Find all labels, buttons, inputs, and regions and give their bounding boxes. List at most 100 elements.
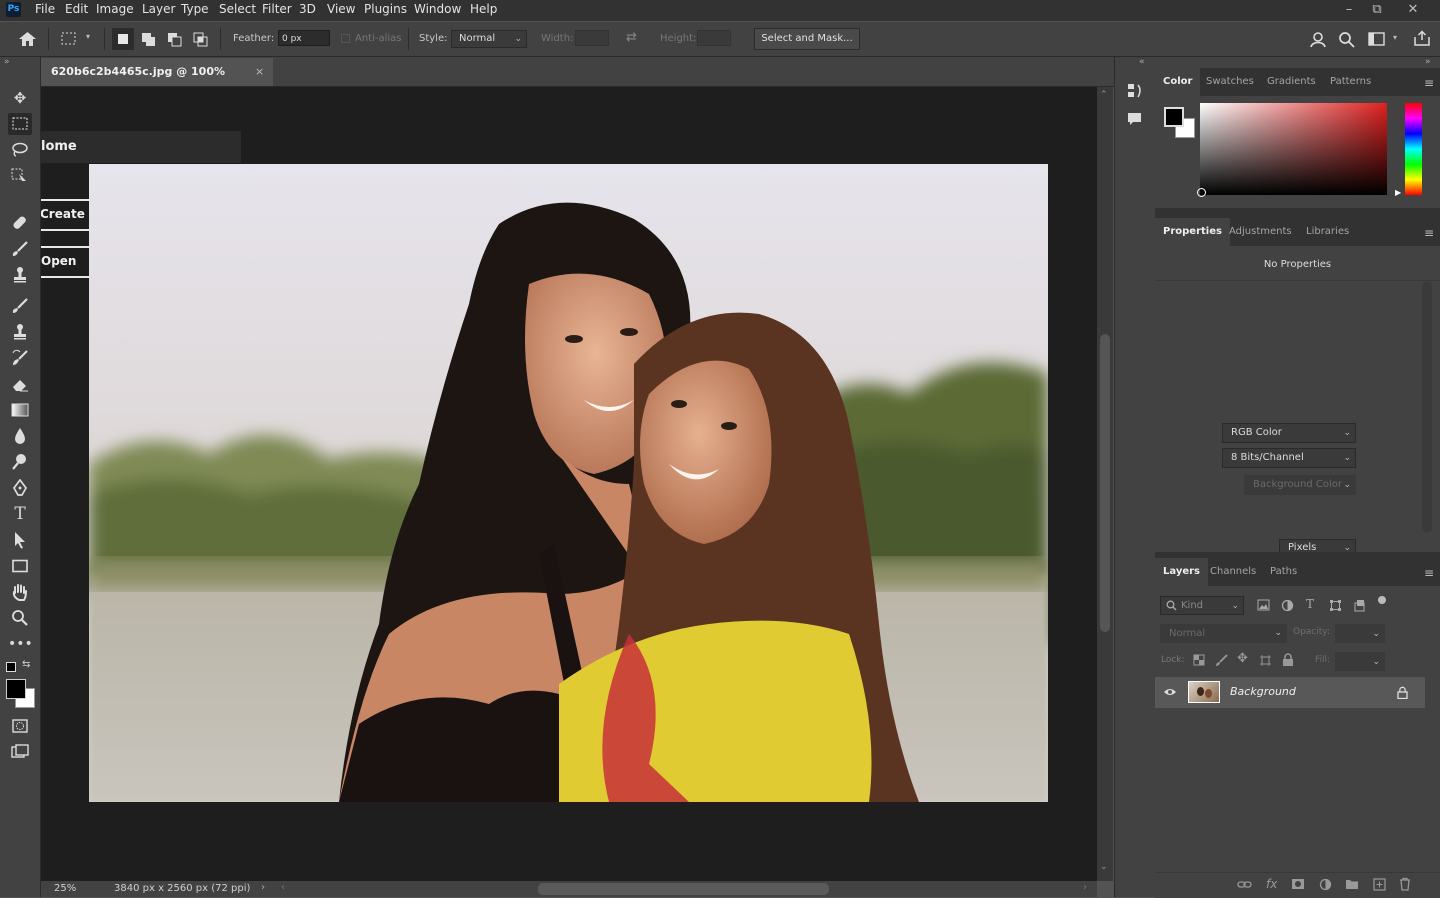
chevron-down-icon[interactable]: ▾	[86, 32, 90, 41]
tab-gradients[interactable]: Gradients	[1259, 68, 1324, 96]
menu-help[interactable]: Help	[470, 2, 497, 16]
scroll-right-icon[interactable]: ›	[1083, 882, 1087, 893]
menu-view[interactable]: View	[327, 2, 355, 16]
tab-patterns[interactable]: Patterns	[1322, 68, 1379, 96]
foreground-color-swatch[interactable]	[6, 679, 26, 699]
lock-image-icon[interactable]	[1215, 654, 1228, 667]
search-icon[interactable]	[1338, 31, 1355, 48]
panel-menu-icon[interactable]: ≡	[1424, 76, 1434, 90]
filter-type-icon[interactable]: T	[1306, 597, 1314, 611]
bit-depth-select[interactable]: 8 Bits/Channel ⌄	[1222, 448, 1356, 468]
lock-position-icon[interactable]: ✥	[1237, 651, 1248, 666]
add-mask-icon[interactable]	[1291, 878, 1305, 890]
gradient-tool-icon[interactable]	[8, 399, 32, 421]
collapse-icon[interactable]: »	[4, 57, 10, 67]
menu-image[interactable]: Image	[96, 2, 134, 16]
style-select[interactable]: Normal ⌄	[451, 30, 527, 48]
scroll-left-icon[interactable]: ‹	[281, 882, 285, 893]
workspace-icon[interactable]	[1368, 32, 1386, 47]
link-layers-icon[interactable]	[1237, 879, 1252, 890]
hand-tool-icon[interactable]	[8, 581, 32, 603]
status-menu-chevron-icon[interactable]: ›	[261, 882, 265, 893]
filter-adjustment-icon[interactable]	[1281, 599, 1294, 612]
collapse-icon[interactable]: «	[1139, 57, 1145, 67]
tab-layers[interactable]: Layers	[1155, 558, 1208, 586]
home-icon[interactable]	[18, 31, 37, 47]
photoshop-logo[interactable]: Ps	[6, 2, 21, 17]
eye-icon[interactable]	[1163, 687, 1177, 697]
color-field[interactable]	[1200, 103, 1387, 195]
scroll-up-icon[interactable]: ⌃	[1100, 90, 1108, 100]
clone-stamp-tool-icon[interactable]	[8, 264, 32, 286]
brush-tool-icon[interactable]	[8, 238, 32, 260]
layer-style-fx-icon[interactable]: fx	[1266, 877, 1277, 891]
new-selection-button[interactable]	[112, 28, 134, 50]
horizontal-scroll-thumb[interactable]	[538, 883, 829, 895]
share-user-icon[interactable]	[1310, 31, 1328, 48]
clone-stamp-tool-icon[interactable]	[8, 321, 32, 343]
filter-toggle[interactable]	[1378, 596, 1386, 604]
subtract-from-selection-icon[interactable]	[166, 31, 184, 47]
swap-icon[interactable]: ⇄	[626, 30, 637, 45]
hue-slider[interactable]	[1405, 103, 1422, 195]
new-group-icon[interactable]	[1345, 878, 1359, 890]
path-selection-tool-icon[interactable]	[8, 529, 32, 551]
tab-paths[interactable]: Paths	[1262, 558, 1305, 586]
panel-menu-icon[interactable]: ≡	[1424, 226, 1434, 240]
layer-name[interactable]: Background	[1230, 685, 1296, 698]
tab-libraries[interactable]: Libraries	[1298, 218, 1357, 246]
rectangular-marquee-tool-icon[interactable]	[8, 113, 32, 135]
width-input[interactable]	[575, 30, 609, 46]
lock-transparent-icon[interactable]	[1193, 654, 1205, 666]
document-tab[interactable]: 620b6c2b4465c.jpg @ 100% (RGB/8#) ×	[41, 58, 273, 106]
foreground-color-chip[interactable]	[1164, 107, 1184, 127]
pen-tool-icon[interactable]	[8, 477, 32, 499]
lock-artboard-icon[interactable]	[1259, 654, 1272, 667]
add-to-selection-icon[interactable]	[140, 31, 158, 47]
move-tool-icon[interactable]: ✥	[8, 87, 32, 109]
menu-layer[interactable]: Layer	[142, 2, 175, 16]
rectangular-marquee-icon[interactable]	[60, 31, 78, 47]
hue-slider-marker-icon[interactable]: ▶	[1395, 188, 1401, 197]
tab-color[interactable]: Color	[1155, 68, 1201, 96]
menu-type[interactable]: Type	[181, 2, 209, 16]
zoom-level[interactable]: 25%	[54, 883, 76, 894]
filter-smart-object-icon[interactable]	[1353, 599, 1366, 612]
menu-window[interactable]: Window	[414, 2, 461, 16]
zoom-tool-icon[interactable]	[8, 607, 32, 629]
comments-icon[interactable]	[1126, 111, 1144, 127]
default-colors-icon[interactable]	[6, 662, 16, 672]
new-adjustment-layer-icon[interactable]	[1319, 878, 1332, 891]
height-input[interactable]	[697, 30, 731, 46]
history-brush-tool-icon[interactable]	[8, 347, 32, 369]
menu-3d[interactable]: 3D	[299, 2, 316, 16]
color-mode-select[interactable]: RGB Color ⌄	[1222, 423, 1356, 443]
vertical-scroll-thumb[interactable]	[1100, 334, 1110, 632]
filter-shape-icon[interactable]	[1329, 599, 1342, 612]
brush-tool-icon[interactable]	[8, 295, 32, 317]
close-button[interactable]: ✕	[1398, 0, 1428, 21]
layer-row[interactable]: Background	[1155, 677, 1425, 708]
antialias-checkbox[interactable]	[341, 34, 350, 43]
rectangle-tool-icon[interactable]	[8, 555, 32, 577]
menu-file[interactable]: File	[35, 2, 55, 16]
properties-scrollbar[interactable]	[1422, 282, 1432, 532]
type-tool-icon[interactable]: T	[8, 503, 32, 525]
tab-channels[interactable]: Channels	[1202, 558, 1264, 586]
tab-swatches[interactable]: Swatches	[1198, 68, 1262, 96]
select-and-mask-button[interactable]: Select and Mask...	[754, 28, 860, 50]
object-selection-tool-icon[interactable]	[8, 165, 32, 187]
panel-menu-icon[interactable]: ≡	[1424, 566, 1434, 580]
tab-properties[interactable]: Properties	[1155, 218, 1230, 246]
intersect-selection-icon[interactable]	[192, 31, 210, 47]
new-layer-icon[interactable]	[1373, 878, 1386, 891]
menu-plugins[interactable]: Plugins	[364, 2, 407, 16]
blur-tool-icon[interactable]	[8, 425, 32, 447]
swap-colors-icon[interactable]: ⇆	[22, 659, 30, 670]
lasso-tool-icon[interactable]	[8, 139, 32, 161]
menu-edit[interactable]: Edit	[65, 2, 88, 16]
scroll-down-icon[interactable]: ⌄	[1100, 862, 1108, 872]
chevron-down-icon[interactable]: ▾	[1393, 33, 1397, 42]
document-image[interactable]	[89, 164, 1048, 802]
eraser-tool-icon[interactable]	[8, 373, 32, 395]
